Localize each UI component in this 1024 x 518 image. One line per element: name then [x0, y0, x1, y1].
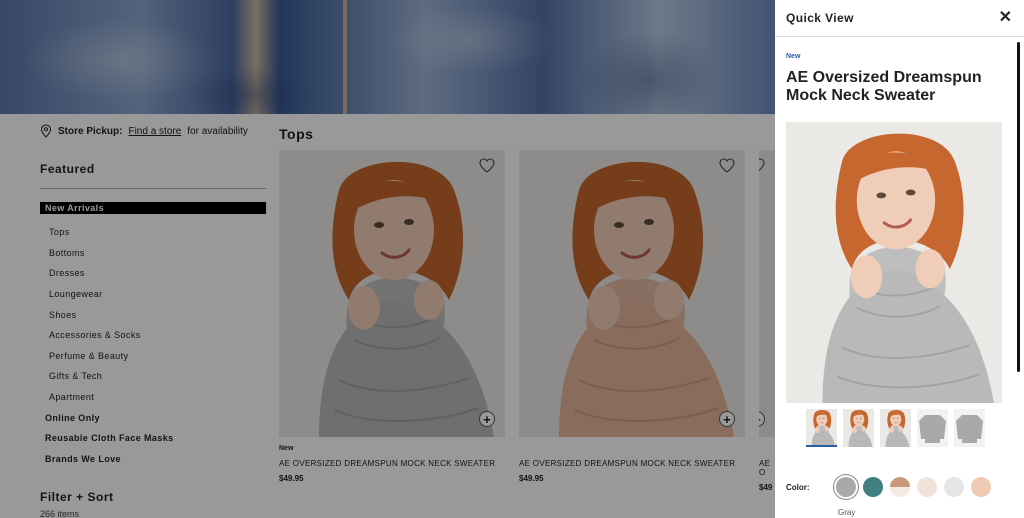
quick-view-title: Quick View [786, 11, 854, 25]
thumbnail-photo [880, 409, 911, 447]
quick-view-header: Quick View ✕ [775, 0, 1024, 37]
color-swatch[interactable] [971, 477, 991, 497]
modal-backdrop[interactable] [0, 0, 775, 518]
color-swatch[interactable] [863, 477, 883, 497]
color-swatch[interactable] [917, 477, 937, 497]
color-selector: Color: [786, 477, 998, 497]
color-swatch[interactable] [944, 477, 964, 497]
product-main-image[interactable] [786, 122, 1002, 403]
product-title: AE Oversized Dreamspun Mock Neck Sweater [786, 69, 982, 104]
page: Store Pickup: Find a store for availabil… [0, 0, 1024, 518]
thumbnail-flat-back[interactable] [954, 409, 985, 447]
quick-view-panel: Quick View ✕ New AE Oversized Dreamspun … [775, 0, 1024, 518]
flat-sweater-photo [954, 409, 985, 447]
thumbnail-hood-up[interactable] [843, 409, 874, 447]
thumbnail-photo [843, 409, 874, 447]
color-swatch[interactable] [890, 477, 910, 497]
selected-color-name: Gray [838, 508, 856, 517]
swatch-list [836, 477, 998, 497]
thumbnail-strip [806, 409, 985, 447]
thumbnail-closeup-front[interactable] [806, 409, 837, 447]
color-label: Color: [786, 482, 810, 492]
thumbnail-flat-front[interactable] [917, 409, 948, 447]
thumbnail-full-front[interactable] [880, 409, 911, 447]
thumbnail-photo [806, 409, 837, 445]
color-swatch[interactable] [836, 477, 856, 497]
flat-sweater-photo [917, 409, 948, 447]
model-photo-large [786, 122, 1002, 403]
scrollbar[interactable] [1017, 42, 1020, 372]
close-icon[interactable]: ✕ [999, 10, 1012, 26]
new-badge: New [786, 53, 801, 60]
